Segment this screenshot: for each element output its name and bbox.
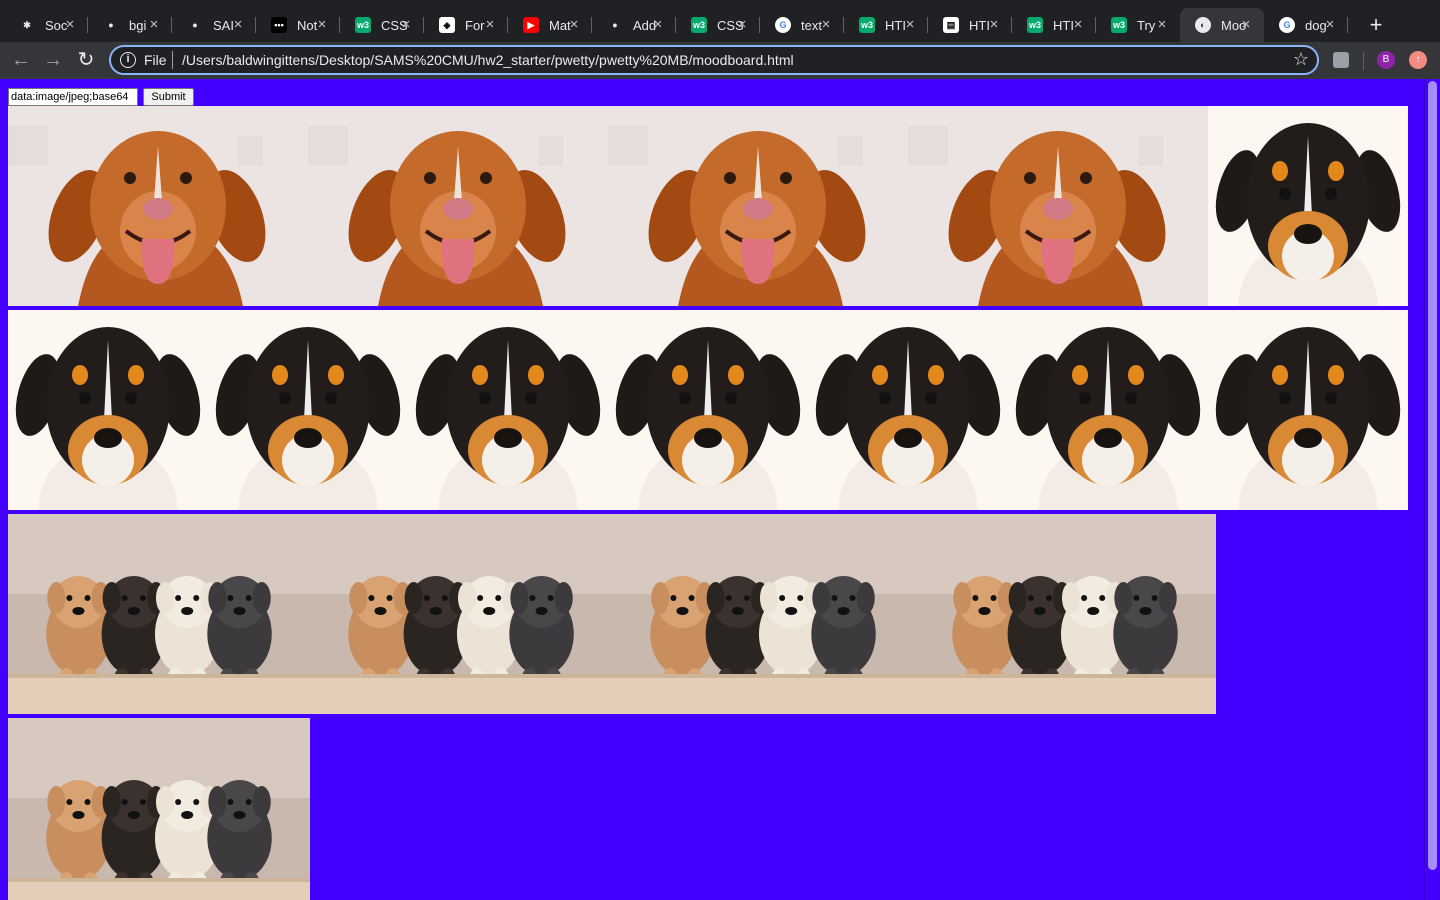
back-button[interactable]: ←	[8, 47, 34, 73]
toller-dog-photo	[308, 106, 608, 306]
close-tab-icon[interactable]: ×	[398, 17, 414, 33]
close-tab-icon[interactable]: ×	[482, 17, 498, 33]
tricolor-dog-photo	[208, 310, 408, 510]
browser-tab[interactable]: w3 CSS ×	[676, 8, 760, 42]
photo-row-2	[8, 310, 1408, 510]
close-tab-icon[interactable]: ×	[1322, 17, 1338, 33]
page-viewport: Submit	[0, 79, 1424, 900]
browser-toolbar: ← → ↻ i File /Users/baldwingittens/Deskt…	[0, 42, 1440, 79]
group-dog-photo	[8, 514, 310, 714]
image-url-input[interactable]	[8, 88, 138, 106]
close-tab-icon[interactable]: ×	[818, 17, 834, 33]
youtube-icon: ▶	[523, 17, 539, 33]
tricolor-dog-photo	[8, 310, 208, 510]
github-icon: ●	[607, 17, 623, 33]
browser-tab[interactable]: Gdog ×	[1264, 8, 1348, 42]
dark-logo-icon: ✱	[19, 17, 35, 33]
github-icon: ●	[103, 17, 119, 33]
update-icon[interactable]: ↑	[1409, 51, 1427, 69]
reload-button[interactable]: ↻	[73, 47, 99, 73]
close-tab-icon[interactable]: ×	[62, 17, 78, 33]
toller-dog-photo	[608, 106, 908, 306]
browser-tab[interactable]: ● Add ×	[592, 8, 676, 42]
photo-row-3	[8, 514, 1216, 714]
browser-tab[interactable]: ✱ Soc ×	[4, 8, 88, 42]
browser-tab[interactable]: ▶ Mat ×	[508, 8, 592, 42]
github-icon: ●	[187, 17, 203, 33]
browser-tab[interactable]: w3 HTI ×	[844, 8, 928, 42]
google-icon: G	[775, 17, 791, 33]
browser-tab[interactable]: ••• Not ×	[256, 8, 340, 42]
browser-tab[interactable]: w3 CSS ×	[340, 8, 424, 42]
close-tab-icon[interactable]: ×	[650, 17, 666, 33]
forward-button[interactable]: →	[40, 47, 66, 73]
tab-strip: + ✱ Soc × ● bgi × ● SAI × ••• Not × w3 CSS × ◈ For × ▶ Mat ×…	[0, 0, 1440, 42]
tricolor-dog-photo	[808, 310, 1008, 510]
close-tab-icon[interactable]: ×	[1238, 17, 1254, 33]
bookmark-star-icon[interactable]: ☆	[1293, 49, 1309, 70]
browser-tab[interactable]: ● SAI ×	[172, 8, 256, 42]
url-text[interactable]: /Users/baldwingittens/Desktop/SAMS%20CMU…	[182, 52, 794, 68]
tricolor-dog-photo	[1208, 106, 1408, 306]
close-tab-icon[interactable]: ×	[1070, 17, 1086, 33]
dots-icon: •••	[271, 17, 287, 33]
address-bar[interactable]: i File /Users/baldwingittens/Desktop/SAM…	[109, 45, 1319, 75]
browser-tab[interactable]: ◐ Moo ×	[1180, 8, 1264, 42]
close-tab-icon[interactable]: ×	[986, 17, 1002, 33]
submit-button[interactable]: Submit	[143, 88, 194, 106]
w3-icon: w3	[1111, 17, 1127, 33]
profile-avatar[interactable]: B	[1377, 51, 1395, 69]
close-tab-icon[interactable]: ×	[566, 17, 582, 33]
close-tab-icon[interactable]: ×	[734, 17, 750, 33]
close-tab-icon[interactable]: ×	[314, 17, 330, 33]
group-dog-photo	[310, 514, 612, 714]
toolbar-divider	[1363, 52, 1364, 70]
close-tab-icon[interactable]: ×	[902, 17, 918, 33]
url-scheme: File	[144, 52, 167, 68]
browser-tab[interactable]: ▤ HTI ×	[928, 8, 1012, 42]
browser-tab[interactable]: Gtext ×	[760, 8, 844, 42]
w3-icon: w3	[691, 17, 707, 33]
browser-tab[interactable]: w3 HTI ×	[1012, 8, 1096, 42]
close-tab-icon[interactable]: ×	[146, 17, 162, 33]
w3-icon: w3	[859, 17, 875, 33]
browser-tab[interactable]: w3 Try ×	[1096, 8, 1180, 42]
browser-tab[interactable]: ● bgi ×	[88, 8, 172, 42]
extension-icon[interactable]	[1333, 52, 1349, 68]
new-tab-button[interactable]: +	[1364, 13, 1388, 37]
tricolor-dog-photo	[608, 310, 808, 510]
photo-row-1	[8, 106, 1408, 306]
tricolor-dog-photo	[1208, 310, 1408, 510]
close-tab-icon[interactable]: ×	[230, 17, 246, 33]
vertical-scrollbar[interactable]	[1424, 79, 1440, 900]
url-divider	[172, 51, 173, 69]
browser-tab[interactable]: ◈ For ×	[424, 8, 508, 42]
toller-dog-photo	[8, 106, 308, 306]
group-dog-photo	[914, 514, 1216, 714]
tricolor-dog-photo	[1008, 310, 1208, 510]
google-icon: G	[1279, 17, 1295, 33]
group-dog-photo	[8, 718, 310, 900]
globe-icon: ◐	[1195, 17, 1211, 33]
tricolor-dog-photo	[408, 310, 608, 510]
tab-separator	[1347, 17, 1348, 33]
toller-dog-photo	[908, 106, 1208, 306]
codepen-icon: ◈	[439, 17, 455, 33]
group-dog-photo	[612, 514, 914, 714]
w3-icon: w3	[1027, 17, 1043, 33]
photo-row-4	[8, 718, 310, 900]
info-icon[interactable]: i	[120, 52, 136, 68]
scrollbar-thumb[interactable]	[1428, 81, 1437, 870]
w3-icon: w3	[355, 17, 371, 33]
doc-icon: ▤	[943, 17, 959, 33]
close-tab-icon[interactable]: ×	[1154, 17, 1170, 33]
